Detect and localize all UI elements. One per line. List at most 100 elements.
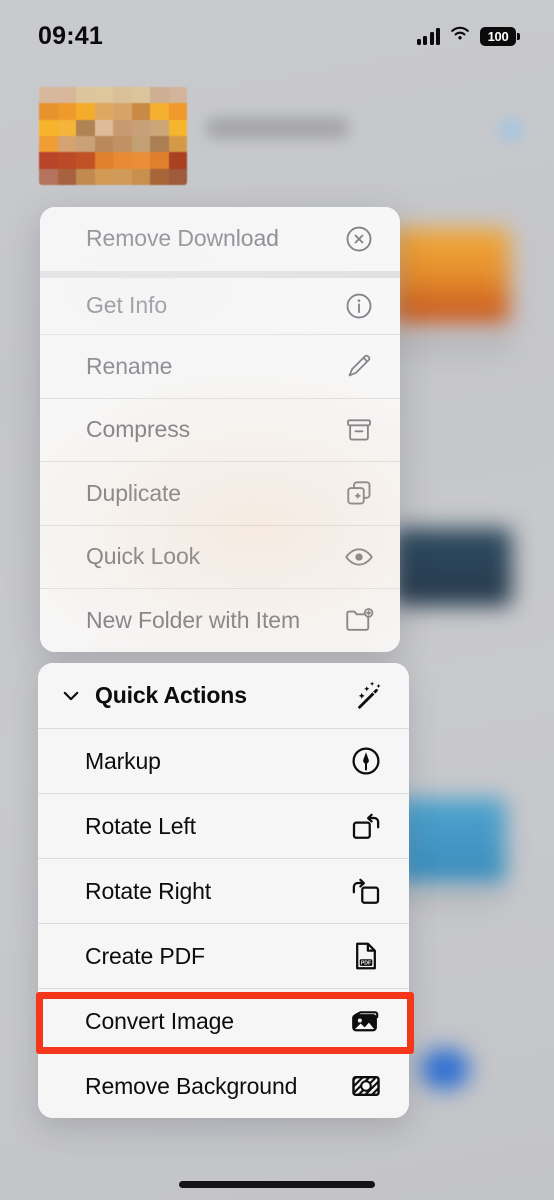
menu-item-duplicate[interactable]: Duplicate [40, 461, 400, 525]
wifi-icon [449, 25, 471, 47]
folder-badge-plus-icon [344, 605, 374, 635]
thumbnail-pixel [57, 152, 76, 169]
pencil-icon [344, 351, 374, 381]
thumbnail-pixel [76, 152, 95, 169]
thumbnail-pixel [57, 119, 76, 136]
background-thumbnail-blue [394, 798, 506, 884]
thumbnail-pixel [39, 87, 58, 104]
thumbnail-pixel [76, 136, 95, 153]
thumbnail-pixel [57, 168, 76, 185]
battery-full-icon: 100 [480, 26, 520, 46]
thumbnail-pixel [76, 103, 95, 120]
context-menu-primary: Remove Download Get Info Rename Compress… [40, 207, 400, 652]
menu-item-label: Rotate Right [85, 877, 212, 904]
thumbnail-pixel [113, 103, 132, 120]
menu-item-rename[interactable]: Rename [40, 334, 400, 398]
phone-screen: 09:41 100 Remove Download Get Info Renam… [0, 0, 554, 1200]
thumbnail-pixel [113, 168, 132, 185]
thumbnail-pixel [150, 103, 169, 120]
menu-item-remove-background[interactable]: Remove Background [38, 1053, 409, 1118]
thumbnail-pixel [131, 103, 150, 120]
status-bar: 09:41 100 [0, 0, 554, 66]
quick-actions-title: Quick Actions [95, 682, 247, 708]
background-thumbnail-orange [392, 228, 510, 324]
menu-item-quick-look[interactable]: Quick Look [40, 524, 400, 588]
thumbnail-pixel [57, 103, 76, 120]
quick-actions-header[interactable]: Quick Actions [38, 663, 409, 728]
rotate-left-icon [350, 810, 382, 842]
thumbnail-pixel [168, 152, 187, 169]
menu-item-remove-download[interactable]: Remove Download [40, 207, 400, 271]
thumbnail-pixel [131, 168, 150, 185]
create-pdf-icon: PDF [350, 940, 382, 972]
markup-pen-circle-icon [350, 745, 382, 777]
thumbnail-pixel [113, 152, 132, 169]
thumbnail-pixel [94, 103, 113, 120]
menu-item-label: New Folder with Item [86, 606, 301, 633]
status-bar-clock: 09:41 [38, 21, 103, 50]
thumbnail-pixel [94, 119, 113, 136]
thumbnail-pixel [57, 87, 76, 104]
file-row[interactable] [0, 85, 554, 195]
menu-item-label: Convert Image [85, 1007, 234, 1034]
thumbnail-pixel [131, 119, 150, 136]
thumbnail-pixel [39, 152, 58, 169]
status-bar-indicators: 100 [416, 19, 520, 47]
cellular-bars-icon [416, 27, 440, 45]
menu-item-compress[interactable]: Compress [40, 397, 400, 461]
thumbnail-pixel [168, 168, 187, 185]
thumbnail-pixel [168, 136, 187, 153]
thumbnail-pixel [131, 87, 150, 104]
thumbnail-pixel [39, 119, 58, 136]
thumbnail-pixel [94, 87, 113, 104]
quick-actions-menu: Quick Actions Markup Rotate Left Rotate … [38, 663, 409, 1118]
thumbnail-pixel [150, 152, 169, 169]
menu-item-label: Get Info [86, 292, 168, 319]
menu-item-convert-image[interactable]: Convert Image [38, 988, 409, 1053]
menu-item-label: Remove Background [85, 1072, 298, 1099]
background-thumbnail-shadow [392, 336, 512, 354]
thumbnail-pixel [57, 136, 76, 153]
file-name-blurred [205, 117, 350, 139]
thumbnail-pixel [39, 168, 58, 185]
thumbnail-pixel [113, 119, 132, 136]
menu-item-rotate-left[interactable]: Rotate Left [38, 793, 409, 858]
menu-item-label: Rename [86, 352, 173, 379]
file-thumbnail-pixelated [39, 87, 187, 185]
thumbnail-pixel [131, 152, 150, 169]
menu-item-new-folder-with-item[interactable]: New Folder with Item [40, 588, 400, 652]
menu-item-label: Rotate Left [85, 812, 196, 839]
thumbnail-pixel [168, 103, 187, 120]
remove-background-icon [350, 1070, 382, 1102]
thumbnail-pixel [94, 168, 113, 185]
menu-item-create-pdf[interactable]: Create PDF PDF [38, 923, 409, 988]
thumbnail-pixel [150, 119, 169, 136]
thumbnail-pixel [76, 168, 95, 185]
menu-item-rotate-right[interactable]: Rotate Right [38, 858, 409, 923]
menu-item-get-info[interactable]: Get Info [40, 270, 400, 334]
remove-download-icon [344, 224, 374, 254]
thumbnail-pixel [76, 119, 95, 136]
background-thumbnail-shadow [394, 890, 504, 906]
background-thumbnail-navy [392, 528, 512, 606]
thumbnail-pixel [150, 87, 169, 104]
thumbnail-pixel [39, 103, 58, 120]
svg-text:PDF: PDF [361, 961, 371, 967]
file-accessory-blurred [498, 117, 524, 143]
convert-image-icon [350, 1005, 382, 1037]
home-indicator[interactable] [179, 1181, 375, 1188]
chevron-down-icon [60, 685, 82, 707]
menu-item-label: Markup [85, 747, 161, 774]
eye-icon [344, 542, 374, 572]
thumbnail-pixel [168, 119, 187, 136]
info-circle-icon [344, 291, 374, 321]
menu-item-markup[interactable]: Markup [38, 728, 409, 793]
thumbnail-pixel [150, 136, 169, 153]
thumbnail-pixel [150, 168, 169, 185]
duplicate-icon [344, 478, 374, 508]
thumbnail-pixel [76, 87, 95, 104]
thumbnail-pixel [113, 87, 132, 104]
menu-item-label: Compress [86, 416, 191, 443]
menu-item-label: Remove Download [86, 225, 279, 252]
rotate-right-icon [350, 875, 382, 907]
